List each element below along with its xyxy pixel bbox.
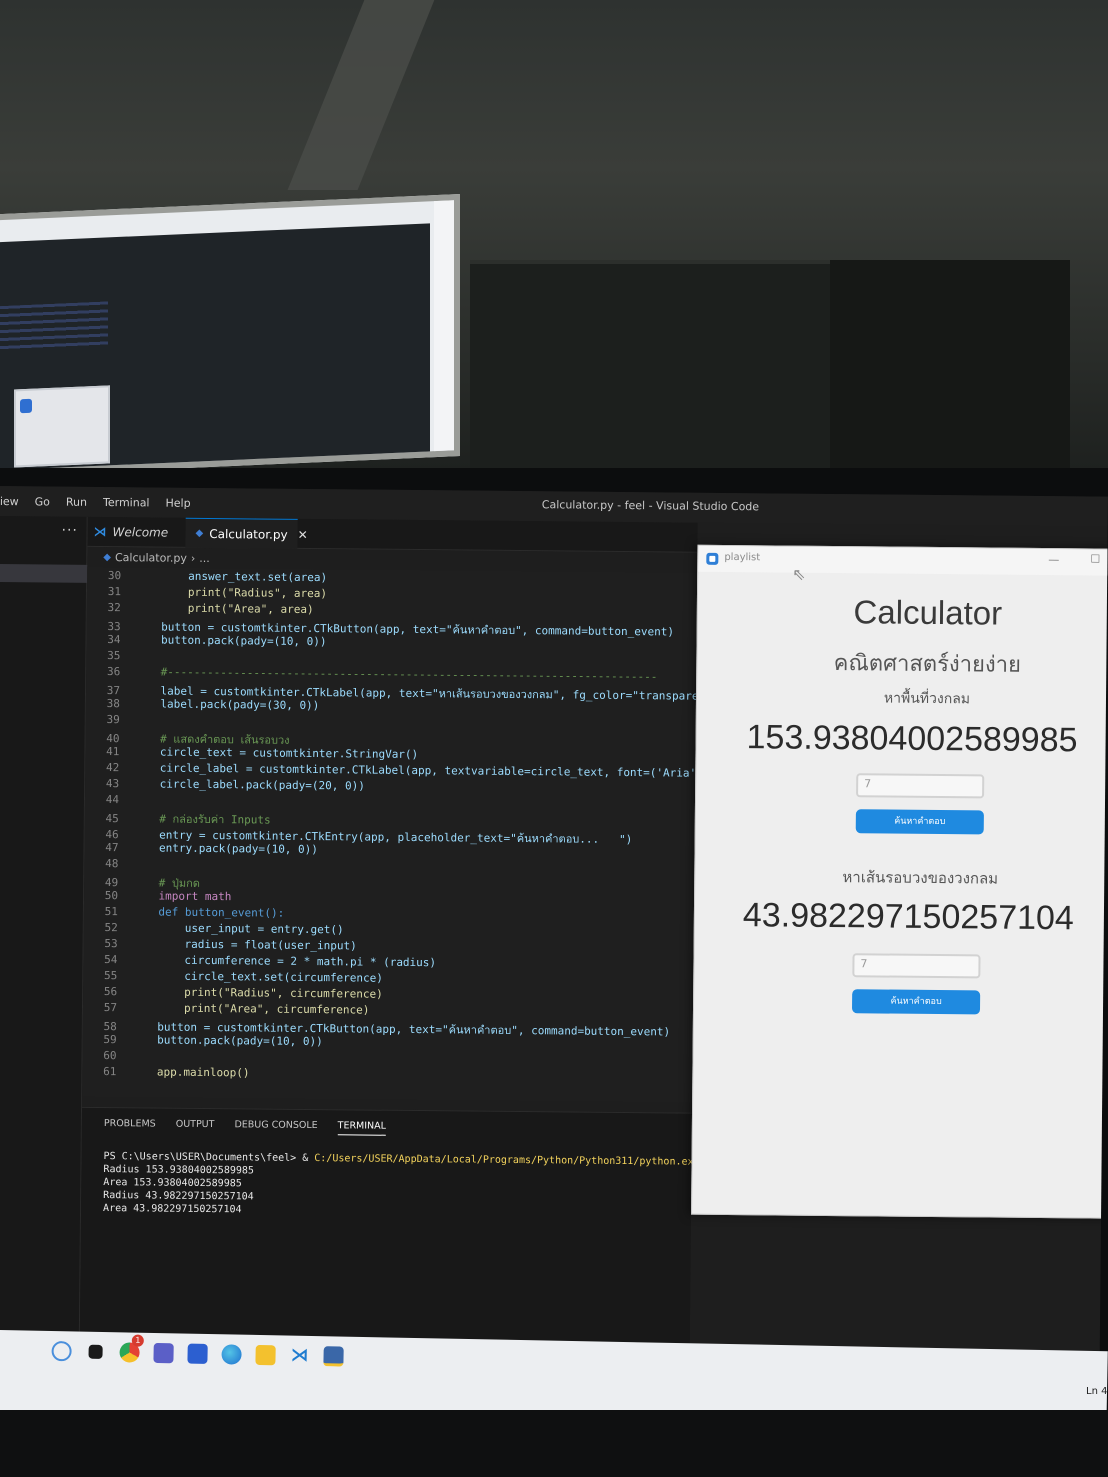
projected-window: [14, 385, 110, 468]
taskbar-icons: 1 ⋊: [51, 1334, 344, 1367]
tab-problems[interactable]: PROBLEMS: [104, 1118, 156, 1133]
area-input[interactable]: 7: [856, 773, 985, 799]
window-title: Calculator.py - feel - Visual Studio Cod…: [541, 498, 760, 514]
chrome-icon[interactable]: 1: [119, 1334, 144, 1363]
task-view-icon[interactable]: [88, 1344, 103, 1359]
menu-help[interactable]: Help: [165, 497, 190, 510]
notification-badge: 1: [131, 1334, 144, 1347]
tab-debug-console[interactable]: DEBUG CONSOLE: [234, 1119, 317, 1135]
tab-calculator-label: Calculator.py: [209, 526, 288, 542]
menu-run[interactable]: Run: [66, 496, 87, 509]
tab-output[interactable]: OUTPUT: [176, 1119, 215, 1134]
close-tab-icon[interactable]: ✕: [298, 527, 308, 541]
editor-tabs: ⋊ Welcome ◆ Calculator.py ✕: [87, 516, 698, 553]
find-circumference-button[interactable]: ค้นหาคำตอบ: [851, 989, 981, 1015]
room-background: [0, 0, 1108, 480]
menu-view[interactable]: iew: [0, 495, 19, 508]
desk: [0, 1410, 1108, 1477]
circumference-result: 43.982297150257104: [742, 896, 1074, 938]
tab-calculator-py[interactable]: ◆ Calculator.py ✕: [185, 517, 308, 549]
breadcrumb-chevron-icon: ›: [190, 551, 196, 565]
mouse-cursor-icon: ⇖: [792, 564, 806, 584]
teams-icon[interactable]: [153, 1342, 174, 1364]
edge-icon[interactable]: [221, 1344, 242, 1365]
menu-bar: iew Go Run Terminal Help: [0, 495, 191, 510]
ceiling-beam: [287, 0, 443, 190]
python-icon[interactable]: [323, 1346, 344, 1367]
sidebar: ···: [0, 515, 88, 1415]
tab-terminal[interactable]: TERMINAL: [337, 1120, 387, 1136]
projected-text-lines: [0, 301, 108, 353]
file-explorer-icon[interactable]: [255, 1344, 276, 1366]
maximize-button[interactable]: ☐: [1090, 552, 1100, 565]
sidebar-selected-item[interactable]: [0, 563, 88, 583]
breadcrumb-file[interactable]: Calculator.py: [115, 551, 187, 565]
code-editor[interactable]: 30 answer_text.set(area) 31 print("Radiu…: [82, 566, 698, 1103]
calculator-heading: Calculator: [853, 593, 1003, 632]
vscode-icon: ⋊: [93, 524, 107, 540]
projected-sidebar: [434, 200, 454, 452]
circumference-input[interactable]: 7: [852, 953, 981, 979]
blackboard-shadow: [830, 260, 1070, 470]
calculator-window-title: playlist: [724, 551, 761, 564]
menu-go[interactable]: Go: [35, 495, 50, 508]
store-icon[interactable]: [187, 1343, 208, 1364]
calculator-subheading: คณิตศาสตร์ง่ายง่าย: [833, 651, 1022, 678]
breadcrumb-rest[interactable]: ...: [199, 552, 210, 565]
vscode-window: iew Go Run Terminal Help Calculator.py -…: [0, 486, 1108, 1425]
area-label: หาพื้นที่วงกลม: [883, 690, 971, 708]
minimize-button[interactable]: —: [1048, 553, 1059, 566]
python-file-icon: ◆: [103, 551, 112, 564]
breadcrumb: ◆ Calculator.py › ...: [103, 551, 210, 565]
panel-tabs: PROBLEMS OUTPUT DEBUG CONSOLE TERMINAL: [104, 1118, 387, 1136]
vscode-icon[interactable]: ⋊: [289, 1345, 309, 1366]
terminal-command: C:/Users/USER/AppData/Local/Programs/Pyt…: [314, 1153, 712, 1168]
projected-app-icon: [20, 398, 32, 414]
calculator-window: playlist — ☐ ⇖ Calculator คณิตศาสตร์ง่าย…: [691, 544, 1108, 1219]
menu-terminal[interactable]: Terminal: [103, 496, 150, 509]
circumference-label: หาเส้นรอบวงของวงกลม: [842, 868, 999, 888]
find-area-button[interactable]: ค้นหาคำตอบ: [855, 809, 984, 835]
search-icon[interactable]: [51, 1340, 72, 1362]
app-icon: [706, 552, 719, 565]
more-actions-icon[interactable]: ···: [61, 523, 78, 539]
python-file-icon: ◆: [195, 527, 204, 539]
calculator-title-bar[interactable]: playlist — ☐: [698, 545, 1108, 576]
status-line-number: Ln 4: [1086, 1386, 1108, 1397]
area-result: 153.93804002589985: [746, 718, 1078, 760]
terminal-prompt: PS C:\Users\USER\Documents\feel> &: [103, 1151, 315, 1165]
projected-desktop: [0, 223, 430, 471]
projector-screen: [0, 194, 460, 478]
tab-welcome-label: Welcome: [112, 525, 169, 540]
tab-welcome[interactable]: ⋊ Welcome: [93, 517, 183, 548]
monitor: iew Go Run Terminal Help Calculator.py -…: [0, 468, 1108, 1477]
